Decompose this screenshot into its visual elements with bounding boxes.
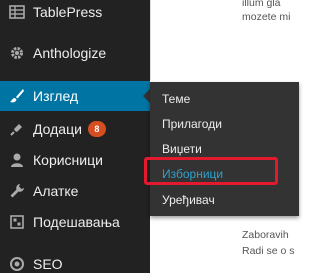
wrench-icon — [8, 182, 26, 200]
content-text-line: Zaboravih — [242, 229, 289, 241]
sidebar-item-settings[interactable]: Подешавања — [0, 207, 150, 237]
table-icon — [8, 3, 26, 21]
sidebar-item-users[interactable]: Корисници — [0, 145, 150, 175]
content-text-line: Radi se o s — [242, 245, 295, 257]
update-count-badge: 8 — [87, 121, 106, 137]
sidebar-item-tablepress[interactable]: TablePress — [0, 0, 150, 27]
submenu-item-customize[interactable]: Прилагоди — [162, 117, 222, 131]
sidebar-item-appearance[interactable]: Изглед — [0, 81, 150, 111]
sidebar-item-tools[interactable]: Алатке — [0, 176, 150, 206]
sidebar-item-label: Корисници — [33, 152, 103, 168]
sidebar-item-label: Алатке — [33, 183, 79, 199]
submenu-item-editor[interactable]: Уређивач — [162, 193, 215, 207]
content-text-line: illum gla — [242, 0, 281, 9]
settings-icon — [8, 213, 26, 231]
submenu-item-themes[interactable]: Теме — [162, 92, 190, 106]
sidebar-item-anthologize[interactable]: Anthologize — [0, 38, 150, 68]
sidebar-item-label: SEO — [33, 256, 63, 272]
content-text-line: mozete mi — [242, 11, 291, 23]
appearance-submenu: Теме Прилагоди Виџети Изборници Уређивач — [150, 82, 299, 216]
sidebar-item-plugins[interactable]: Додаци 8 — [0, 114, 150, 144]
content-divider — [150, 0, 151, 80]
user-icon — [8, 151, 26, 169]
sidebar-item-label: Anthologize — [33, 45, 107, 61]
gear-icon — [8, 44, 26, 62]
submenu-item-widgets[interactable]: Виџети — [162, 142, 202, 156]
admin-sidebar: TablePress Anthologize Изглед Додаци 8 Ко… — [0, 0, 150, 273]
sidebar-item-label: Изглед — [33, 88, 79, 104]
sidebar-item-label: Подешавања — [33, 214, 120, 230]
seo-icon — [8, 255, 26, 273]
sidebar-item-seo[interactable]: SEO — [0, 249, 150, 279]
sidebar-item-label: TablePress — [33, 4, 103, 20]
plug-icon — [8, 120, 26, 138]
sidebar-item-label: Додаци 8 — [33, 121, 106, 137]
paintbrush-icon — [8, 87, 26, 105]
annotation-highlight-box — [144, 157, 278, 185]
